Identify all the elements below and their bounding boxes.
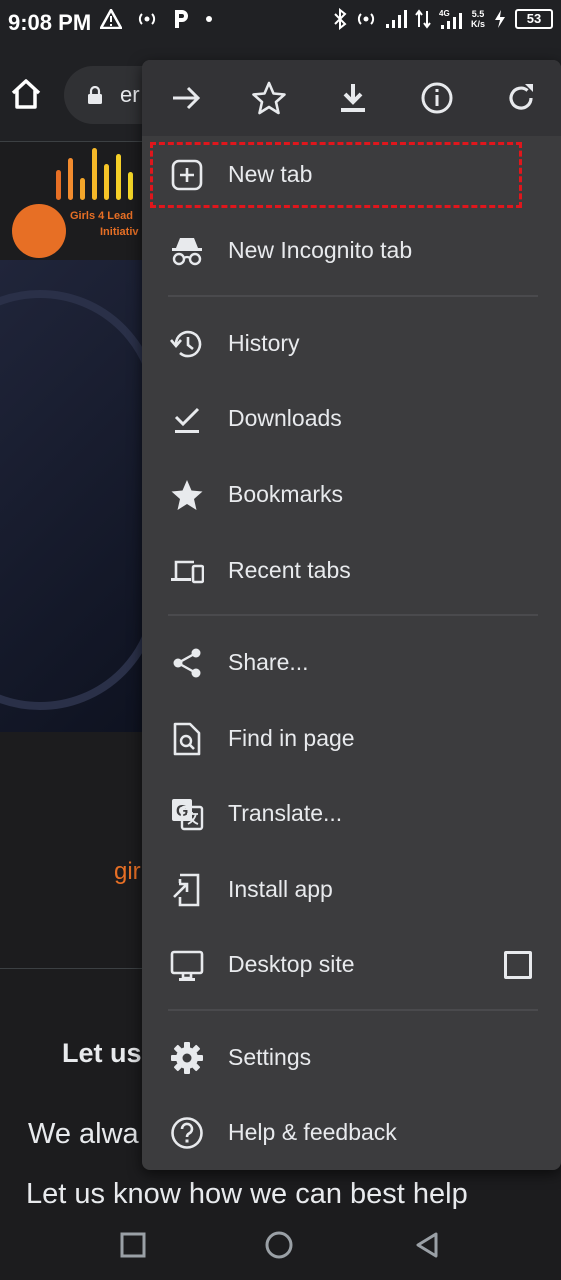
menu-item-history[interactable]: History bbox=[142, 313, 561, 375]
logo-bars-icon bbox=[56, 148, 133, 200]
menu-item-bookmarks[interactable]: Bookmarks bbox=[142, 464, 561, 526]
menu-item-help-feedback[interactable]: Help & feedback bbox=[142, 1102, 561, 1164]
menu-item-settings[interactable]: Settings bbox=[142, 1027, 561, 1089]
menu-separator bbox=[168, 295, 538, 297]
battery-indicator: 53 bbox=[515, 9, 553, 29]
desktop-site-checkbox[interactable] bbox=[504, 951, 532, 979]
star-icon[interactable] bbox=[251, 80, 287, 116]
menu-item-label: Help & feedback bbox=[228, 1119, 397, 1145]
section-paragraph: We alwa bbox=[28, 1118, 139, 1150]
plus-box-icon bbox=[171, 159, 203, 191]
help-icon bbox=[171, 1117, 203, 1149]
menu-item-label: Bookmarks bbox=[228, 481, 344, 507]
menu-separator bbox=[168, 1009, 538, 1011]
data-arrows-icon bbox=[415, 9, 431, 29]
svg-text:4G: 4G bbox=[439, 9, 450, 18]
menu-item-install-app[interactable]: Install app bbox=[142, 859, 561, 921]
home-button-icon[interactable] bbox=[264, 1230, 294, 1260]
menu-item-label: Install app bbox=[228, 876, 333, 902]
menu-separator bbox=[168, 614, 538, 616]
menu-item-label: Recent tabs bbox=[228, 557, 351, 583]
home-icon[interactable] bbox=[8, 76, 44, 112]
system-nav-bar bbox=[0, 1210, 561, 1280]
browser-overflow-menu: New tab New Incognito tab History Downlo… bbox=[142, 60, 561, 1170]
install-app-icon bbox=[173, 873, 200, 907]
reload-icon[interactable] bbox=[503, 80, 539, 116]
charging-icon bbox=[495, 10, 505, 28]
find-in-page-icon bbox=[173, 722, 201, 756]
menu-item-label: New Incognito tab bbox=[228, 237, 413, 263]
section-heading: Let us bbox=[62, 1038, 142, 1068]
menu-action-row bbox=[142, 60, 561, 136]
info-icon[interactable] bbox=[419, 80, 455, 116]
hotspot-icon bbox=[138, 13, 156, 25]
site-link-text[interactable]: gir bbox=[114, 858, 141, 886]
menu-item-label: New tab bbox=[228, 161, 313, 187]
menu-item-label: Desktop site bbox=[228, 951, 355, 977]
menu-item-translate[interactable]: G Translate... bbox=[142, 783, 561, 845]
hotspot-icon bbox=[357, 13, 375, 25]
recents-button-icon[interactable] bbox=[118, 1230, 148, 1260]
menu-item-label: Translate... bbox=[228, 800, 343, 826]
bookmark-star-icon bbox=[171, 480, 203, 510]
menu-item-desktop-site[interactable]: Desktop site bbox=[142, 934, 561, 996]
hero-decoration bbox=[0, 290, 160, 710]
devices-icon bbox=[171, 560, 204, 584]
desktop-icon bbox=[170, 950, 204, 981]
menu-item-recent-tabs[interactable]: Recent tabs bbox=[142, 540, 561, 602]
logo-text-line2: Initiativ bbox=[100, 226, 139, 238]
gear-icon bbox=[171, 1042, 203, 1074]
network-speed: 5.5 K/s bbox=[470, 9, 485, 29]
status-time: 9:08 PM bbox=[8, 10, 92, 35]
downloads-icon bbox=[174, 407, 200, 433]
signal-4g-icon: 4G bbox=[439, 9, 462, 29]
status-right-icons: 4G 5.5 K/s 53 bbox=[333, 8, 553, 30]
signal-icon bbox=[385, 10, 407, 28]
menu-item-downloads[interactable]: Downloads bbox=[142, 388, 561, 450]
menu-item-label: Settings bbox=[228, 1044, 312, 1070]
status-bar: 9:08 PM 4G 5.5 K/s 53 bbox=[0, 0, 561, 46]
forward-icon[interactable] bbox=[168, 80, 204, 116]
section-paragraph-line: Let us know how we can best help bbox=[26, 1178, 468, 1210]
logo-text-line1: Girls 4 Lead bbox=[70, 210, 133, 222]
menu-item-label: Downloads bbox=[228, 405, 342, 431]
menu-item-share[interactable]: Share... bbox=[142, 632, 561, 694]
url-text: er bbox=[120, 82, 140, 107]
menu-item-new-tab[interactable]: New tab bbox=[142, 144, 561, 206]
menu-item-find-in-page[interactable]: Find in page bbox=[142, 708, 561, 770]
menu-item-label: Find in page bbox=[228, 725, 355, 751]
history-icon bbox=[170, 330, 202, 358]
download-icon[interactable] bbox=[335, 80, 371, 116]
share-icon bbox=[173, 648, 201, 678]
translate-icon: G bbox=[172, 799, 204, 831]
status-left-icons bbox=[100, 8, 214, 30]
lock-icon bbox=[88, 86, 102, 104]
menu-item-new-incognito-tab[interactable]: New Incognito tab bbox=[142, 220, 561, 282]
bluetooth-icon bbox=[334, 8, 347, 30]
logo-emblem bbox=[12, 204, 66, 258]
dot-icon bbox=[206, 16, 212, 22]
back-button-icon[interactable] bbox=[412, 1230, 442, 1260]
menu-item-label: Share... bbox=[228, 649, 309, 675]
menu-item-label: History bbox=[228, 330, 300, 356]
parking-icon bbox=[175, 10, 188, 28]
incognito-icon bbox=[172, 238, 202, 266]
warning-icon bbox=[100, 9, 122, 29]
